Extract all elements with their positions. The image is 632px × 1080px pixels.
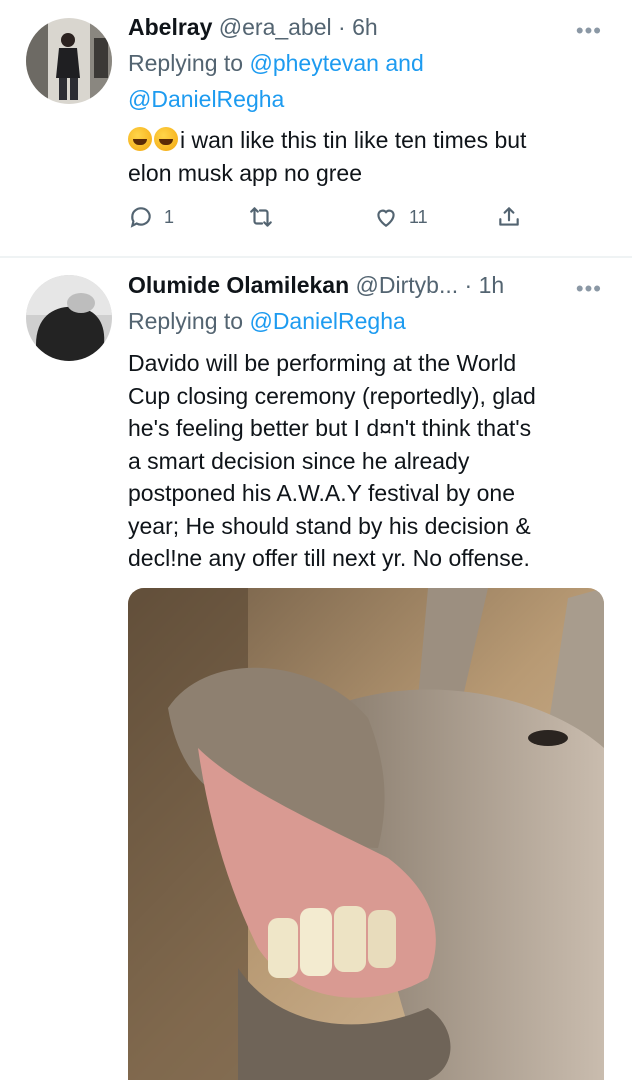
- tweet-text-line: he's feeling better but I d¤n't think th…: [128, 415, 532, 441]
- more-options-icon[interactable]: •••: [576, 18, 602, 44]
- tweet-header: Abelray @era_abel · 6h: [128, 14, 378, 41]
- mention-link[interactable]: @DanielRegha: [128, 86, 284, 112]
- mention-link[interactable]: @DanielRegha: [249, 308, 405, 334]
- tweet-text-line: a smart decision since he already: [128, 447, 470, 474]
- reply-count: 1: [164, 206, 175, 227]
- reply-icon: [130, 207, 151, 228]
- tweet-text-line: Cup closing ceremony (reportedly), glad: [128, 382, 536, 409]
- share-button[interactable]: [496, 204, 522, 230]
- share-icon: [499, 207, 519, 226]
- rofl-emoji: [154, 127, 178, 151]
- user-handle[interactable]: @era_abel: [219, 14, 332, 40]
- like-count: 11: [409, 206, 428, 227]
- tweet-text: i wan like this tin like ten times but e…: [128, 124, 526, 189]
- more-options-icon[interactable]: •••: [576, 276, 602, 302]
- replying-to: Replying to @pheytevan and @DanielRegha: [128, 45, 424, 117]
- display-name[interactable]: Olumide Olamilekan: [128, 272, 349, 298]
- display-name[interactable]: Abelray: [128, 14, 212, 40]
- tweet-text-line: Davido will be performing at the World: [128, 350, 517, 376]
- attached-photo[interactable]: [128, 588, 604, 1080]
- tweet-1[interactable]: Abelray @era_abel · 6h ••• Replying to @…: [0, 0, 632, 256]
- avatar[interactable]: [26, 275, 112, 361]
- replying-prefix: Replying to: [128, 50, 250, 76]
- tweet-text: Davido will be performing at the World C…: [128, 347, 536, 575]
- reply-button[interactable]: 1: [128, 204, 174, 230]
- tweet-text-line: decl!ne any offer till next yr. No offen…: [128, 545, 530, 571]
- tweet-text-line: year; He should stand by his decision &: [128, 512, 531, 539]
- replying-prefix: Replying to: [128, 308, 250, 334]
- mention-link[interactable]: @pheytevan: [249, 50, 379, 76]
- timestamp[interactable]: · 6h: [338, 14, 378, 40]
- tweet-text-line: postponed his A.W.A.Y festival by one: [128, 480, 515, 506]
- timestamp[interactable]: · 1h: [465, 272, 505, 298]
- rofl-emoji: [128, 127, 152, 151]
- like-button[interactable]: 11: [373, 204, 428, 230]
- like-icon: [377, 209, 395, 227]
- tweet-text-line: elon musk app no gree: [128, 159, 362, 186]
- and-text: and: [378, 50, 424, 76]
- tweet-text-line: i wan like this tin like ten times but: [180, 127, 527, 153]
- user-handle[interactable]: @Dirtyb...: [356, 272, 459, 298]
- laughing-donkey-photo: [128, 588, 604, 1080]
- replying-to: Replying to @DanielRegha: [128, 303, 406, 339]
- action-bar: 1 11: [128, 204, 548, 234]
- retweet-button[interactable]: [248, 204, 274, 230]
- tweet-header: Olumide Olamilekan @Dirtyb... · 1h: [128, 272, 504, 299]
- avatar[interactable]: [26, 18, 112, 104]
- retweet-icon: [250, 207, 272, 227]
